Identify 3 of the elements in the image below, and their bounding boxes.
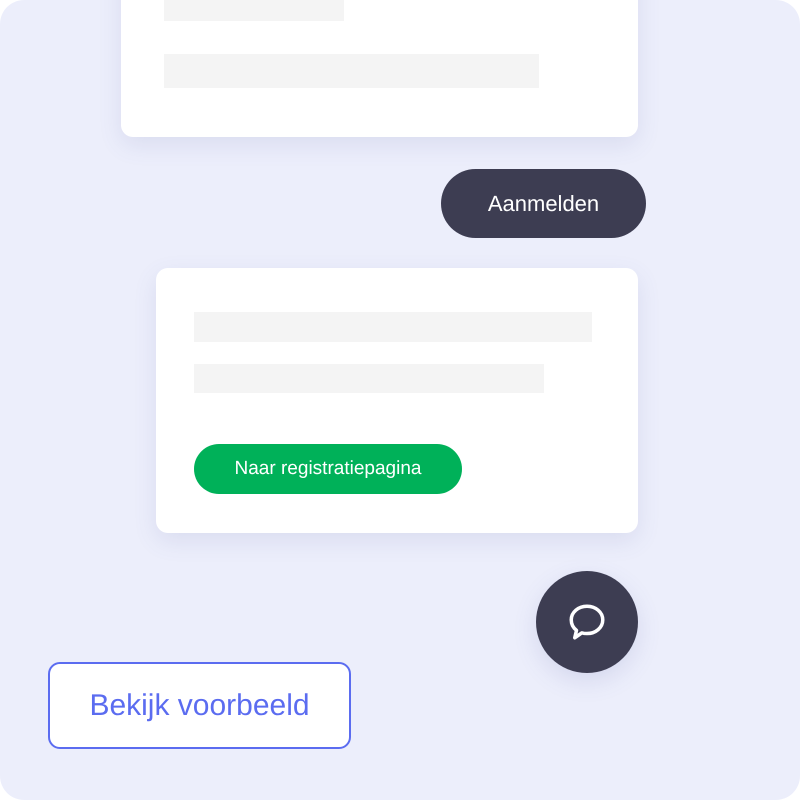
preview-button[interactable]: Bekijk voorbeeld [48,662,351,749]
registration-button[interactable]: Naar registratiepagina [194,444,462,494]
login-button[interactable]: Aanmelden [441,169,646,238]
